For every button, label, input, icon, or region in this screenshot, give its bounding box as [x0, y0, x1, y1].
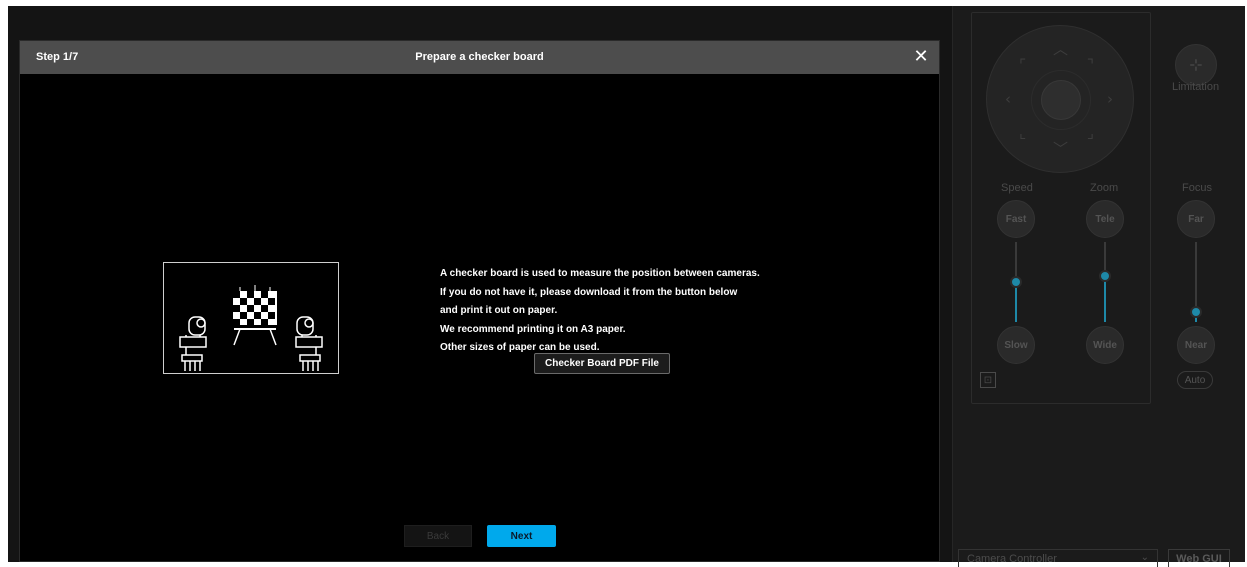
- focus-slider-handle[interactable]: [1190, 306, 1202, 318]
- instruction-line: and print it out on paper.: [440, 305, 558, 316]
- limitation-label: Limitation: [1172, 81, 1220, 93]
- instruction-line: If you do not have it, please download i…: [440, 286, 738, 298]
- instruction-line: We recommend printing it on A3 paper.: [440, 323, 626, 335]
- zoom-tele-button[interactable]: Tele: [1086, 200, 1124, 238]
- controller-select-value: Camera Controller: [967, 553, 1057, 565]
- up-left-icon[interactable]: ⌜: [1019, 58, 1026, 73]
- instruction-line: A checker board is used to measure the p…: [440, 268, 760, 279]
- pan-right-icon[interactable]: ›: [1107, 92, 1113, 107]
- limitation-icon: ⊹: [1189, 57, 1203, 74]
- web-gui-button[interactable]: Web GUI: [1168, 549, 1230, 567]
- next-button[interactable]: Next: [487, 525, 556, 547]
- close-icon[interactable]: ✕: [912, 48, 930, 66]
- checker-board-illustration: [163, 262, 339, 374]
- focus-label: Focus: [1182, 182, 1212, 194]
- up-right-icon[interactable]: ⌝: [1087, 58, 1094, 73]
- pan-tilt-pad[interactable]: ︿ ﹀ ‹ › ⌜ ⌝ ⌞ ⌟: [986, 25, 1134, 173]
- download-pdf-button[interactable]: Checker Board PDF File: [534, 353, 670, 374]
- dialog-title: Prepare a checker board: [415, 51, 544, 63]
- focus-near-button[interactable]: Near: [1177, 326, 1215, 364]
- pan-tilt-home-button[interactable]: [1041, 80, 1081, 120]
- speed-slider-fill: [1015, 282, 1017, 322]
- instruction-text: A checker board is used to measure the p…: [440, 265, 760, 358]
- down-left-icon[interactable]: ⌞: [1019, 126, 1026, 141]
- back-button[interactable]: Back: [404, 525, 472, 547]
- camera-checkerboard-illustration: [179, 285, 323, 371]
- tilt-up-icon[interactable]: ︿: [1053, 42, 1068, 57]
- speed-slow-button[interactable]: Slow: [997, 326, 1035, 364]
- speed-slider-handle[interactable]: [1010, 276, 1022, 288]
- zoom-wide-button[interactable]: Wide: [1086, 326, 1124, 364]
- down-right-icon[interactable]: ⌟: [1087, 126, 1094, 141]
- zoom-slider-fill: [1104, 276, 1106, 322]
- zoom-label: Zoom: [1090, 182, 1119, 194]
- focus-far-button[interactable]: Far: [1177, 200, 1215, 238]
- step-indicator: Step 1/7: [36, 51, 79, 63]
- speed-fast-button[interactable]: Fast: [997, 200, 1035, 238]
- limitation-button[interactable]: ⊹: [1175, 44, 1217, 86]
- dialog-header: Prepare a checker board Step 1/7 ✕: [20, 41, 939, 74]
- controller-select[interactable]: Camera Controller ⌄: [958, 549, 1158, 567]
- lock-icon[interactable]: ⊡: [980, 372, 996, 388]
- tilt-down-icon[interactable]: ﹀: [1053, 142, 1068, 157]
- chevron-down-icon: ⌄: [1140, 552, 1149, 563]
- zoom-slider-handle[interactable]: [1099, 270, 1111, 282]
- focus-auto-button[interactable]: Auto: [1177, 371, 1213, 389]
- calibration-dialog: Prepare a checker board Step 1/7 ✕ A che…: [19, 40, 940, 562]
- speed-label: Speed: [1001, 182, 1033, 194]
- pan-left-icon[interactable]: ‹: [1005, 92, 1011, 107]
